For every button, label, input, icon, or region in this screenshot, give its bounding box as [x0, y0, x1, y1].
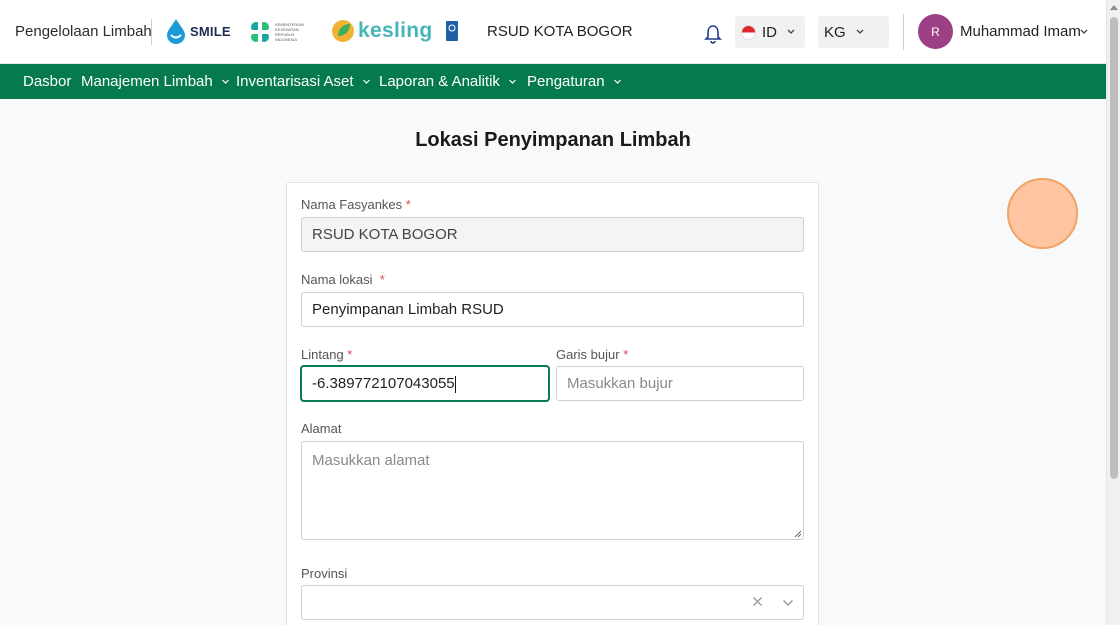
flag-id-icon: [741, 24, 756, 40]
app-title[interactable]: Pengelolaan Limbah: [15, 23, 152, 40]
chevron-down-icon[interactable]: [1079, 28, 1089, 36]
chevron-down-icon: [613, 79, 621, 84]
text-caret: [454, 375, 456, 393]
unit-selector[interactable]: KG: [818, 16, 889, 48]
unit-value: KG: [824, 23, 846, 41]
province-select[interactable]: [301, 585, 804, 620]
smile-drop-icon: [167, 19, 185, 44]
resize-handle-icon[interactable]: [794, 530, 801, 537]
latitude-input[interactable]: -6.389772107043055: [301, 366, 549, 401]
chevron-down-icon: [362, 79, 370, 84]
kesling-logo-text: kesling: [358, 19, 433, 42]
nav-item-label: Pengaturan: [527, 73, 605, 90]
user-name[interactable]: Muhammad Imam: [960, 23, 1081, 40]
location-label: Nama lokasi *: [301, 272, 385, 287]
required-mark: *: [405, 197, 411, 212]
chevron-down-icon: [856, 29, 864, 34]
required-mark: *: [623, 347, 629, 362]
nav-item-label: Manajemen Limbah: [81, 73, 213, 90]
latitude-label: Lintang *: [301, 347, 352, 362]
kemenkes-logo: KEMENTERIAN KESEHATAN REPUBLIK INDONESIA: [248, 19, 309, 45]
facility-label-text: Nama Fasyankes: [301, 197, 403, 212]
address-label: Alamat: [301, 421, 342, 436]
nav-item-manajemen-limbah[interactable]: Manajemen Limbah: [81, 73, 230, 90]
smile-logo-text: SMILE: [190, 23, 231, 39]
avatar[interactable]: R: [918, 14, 953, 49]
kesling-leaf-icon: [332, 20, 354, 42]
nav-item-laporan-analitik[interactable]: Laporan & Analitik: [379, 73, 517, 90]
touch-indicator: [1007, 178, 1078, 249]
longitude-input[interactable]: Masukkan bujur: [556, 366, 804, 401]
nav-item-label: Laporan & Analitik: [379, 73, 500, 90]
chevron-down-icon: [787, 29, 795, 34]
longitude-label-text: Garis bujur: [556, 347, 620, 362]
clear-icon[interactable]: [752, 596, 763, 607]
facility-name: RSUD KOTA BOGOR: [487, 23, 633, 40]
nav-item-label: Dasbor: [23, 73, 72, 90]
header-divider: [151, 19, 152, 45]
facility-field: RSUD KOTA BOGOR: [301, 217, 804, 252]
scroll-up-icon[interactable]: [1110, 4, 1118, 10]
location-name-input[interactable]: Penyimpanan Limbah RSUD: [301, 292, 804, 327]
chevron-down-icon[interactable]: [782, 599, 794, 607]
address-textarea[interactable]: Masukkan alamat: [301, 441, 804, 540]
language-value: ID: [762, 23, 777, 41]
undp-globe-icon: [448, 24, 456, 32]
bell-icon[interactable]: [704, 24, 722, 44]
page-scrollbar[interactable]: [1106, 0, 1120, 625]
nav-item-pengaturan[interactable]: Pengaturan: [527, 73, 622, 90]
location-label-text: Nama lokasi: [301, 272, 373, 287]
chevron-down-icon: [508, 79, 516, 84]
required-mark: *: [379, 272, 385, 287]
nav-item-inventarisasi-aset[interactable]: Inventarisasi Aset: [236, 73, 371, 90]
required-mark: *: [347, 347, 353, 362]
latitude-value: -6.389772107043055: [312, 375, 455, 392]
kemenkes-icon: [250, 22, 270, 42]
scrollbar-thumb[interactable]: [1110, 17, 1118, 479]
smile-logo: SMILE: [165, 18, 231, 44]
main-nav: Dasbor Manajemen Limbah Inventarisasi As…: [0, 64, 1106, 99]
kemenkes-logo-text: KEMENTERIAN KESEHATAN REPUBLIK INDONESIA: [275, 22, 304, 42]
kesling-logo: kesling: [331, 18, 432, 44]
top-header: Pengelolaan Limbah SMILE KEMENTERIAN KES…: [0, 0, 1106, 64]
nav-item-dasbor[interactable]: Dasbor: [23, 73, 71, 90]
undp-logo: [446, 21, 458, 41]
address-placeholder: Masukkan alamat: [312, 452, 430, 469]
latitude-label-text: Lintang: [301, 347, 344, 362]
province-label: Provinsi: [301, 566, 348, 581]
chevron-down-icon: [221, 79, 229, 84]
header-divider: [903, 14, 904, 50]
longitude-label: Garis bujur *: [556, 347, 628, 362]
page-title: Lokasi Penyimpanan Limbah: [415, 129, 691, 151]
language-selector[interactable]: ID: [735, 16, 805, 48]
facility-label: Nama Fasyankes *: [301, 197, 411, 212]
nav-item-label: Inventarisasi Aset: [236, 73, 354, 90]
